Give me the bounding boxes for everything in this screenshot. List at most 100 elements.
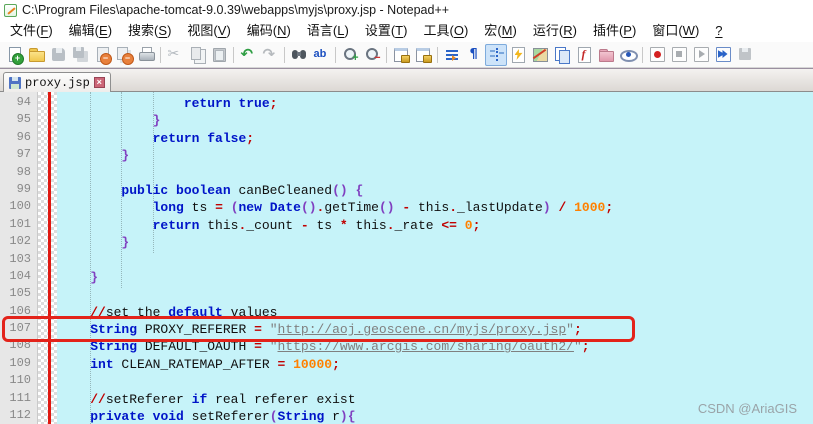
cut-button[interactable]	[164, 44, 186, 66]
monitoring-button[interactable]	[617, 44, 639, 66]
menu-encoding[interactable]: 编码(N)	[239, 20, 299, 42]
word-wrap-icon	[444, 46, 461, 63]
menu-plugins[interactable]: 插件(P)	[585, 20, 644, 42]
menu-bar: 文件(F) 编辑(E) 搜索(S) 视图(V) 编码(N) 语言(L) 设置(T) 工具(O)…	[0, 20, 813, 42]
macro-run-button[interactable]	[712, 44, 734, 66]
paste-button[interactable]	[208, 44, 230, 66]
code-line[interactable]: int CLEAN_RATEMAP_AFTER = 10000;	[57, 356, 813, 373]
line-number: 98	[16, 164, 31, 179]
toolbar-separator	[335, 46, 336, 63]
document-list-button[interactable]	[551, 44, 573, 66]
line-number: 102	[9, 234, 31, 249]
line-number: 100	[9, 199, 31, 214]
line-number: 104	[9, 268, 31, 283]
line-number: 105	[9, 286, 31, 301]
line-number: 106	[9, 303, 31, 318]
code-line[interactable]: }	[57, 269, 813, 286]
user-defined-language-button[interactable]	[507, 44, 529, 66]
line-number: 112	[9, 408, 31, 423]
save-button[interactable]	[47, 44, 69, 66]
monitoring-icon	[619, 46, 638, 63]
code-line[interactable]: public boolean canBeCleaned() {	[57, 182, 813, 199]
find-button[interactable]	[288, 44, 310, 66]
code-line[interactable]	[57, 165, 813, 182]
bookmark-margin[interactable]	[38, 92, 48, 424]
zoom-out-icon	[364, 46, 381, 64]
word-wrap-button[interactable]	[441, 44, 463, 66]
code-line[interactable]	[57, 286, 813, 303]
copy-button[interactable]	[186, 44, 208, 66]
document-map-button[interactable]	[529, 44, 551, 66]
menu-file[interactable]: 文件(F)	[2, 20, 61, 42]
paste-icon	[211, 46, 228, 63]
code-line[interactable]: return true;	[57, 95, 813, 112]
menu-tools[interactable]: 工具(O)	[415, 20, 476, 42]
code-line[interactable]	[57, 252, 813, 269]
macro-play-icon	[693, 46, 710, 63]
menu-search[interactable]: 搜索(S)	[120, 20, 179, 42]
close-all-button[interactable]	[113, 44, 135, 66]
sync-vertical-button[interactable]	[390, 44, 412, 66]
line-number: 97	[16, 147, 31, 162]
replace-button[interactable]	[310, 44, 332, 66]
toolbar-separator	[160, 46, 161, 63]
zoom-in-button[interactable]	[339, 44, 361, 66]
sync-horizontal-button[interactable]	[412, 44, 434, 66]
menu-edit[interactable]: 编辑(E)	[61, 20, 120, 42]
tab-close-icon[interactable]	[93, 77, 105, 88]
menu-view[interactable]: 视图(V)	[179, 20, 238, 42]
tab-proxy-jsp[interactable]: proxy.jsp	[3, 72, 111, 92]
menu-settings[interactable]: 设置(T)	[357, 20, 416, 42]
toolbar-separator	[284, 46, 285, 63]
line-number: 101	[9, 216, 31, 231]
function-list-button[interactable]	[573, 44, 595, 66]
print-button[interactable]	[135, 44, 157, 66]
menu-macro[interactable]: 宏(M)	[476, 20, 525, 42]
folder-as-workspace-button[interactable]	[595, 44, 617, 66]
macro-save-button[interactable]	[734, 44, 756, 66]
line-number: 103	[9, 251, 31, 266]
line-number: 96	[16, 129, 31, 144]
line-number: 95	[16, 112, 31, 127]
save-all-icon	[72, 46, 89, 63]
indent-guide-button[interactable]	[485, 43, 507, 66]
code-line[interactable]: String PROXY_REFERER = "http://aoj.geosc…	[57, 321, 813, 338]
line-number: 110	[9, 373, 31, 388]
document-map-icon	[532, 46, 549, 63]
new-file-icon	[6, 46, 24, 65]
open-file-button[interactable]	[25, 44, 47, 66]
code-line[interactable]: return false;	[57, 130, 813, 147]
close-button[interactable]	[91, 44, 113, 66]
undo-icon	[240, 45, 257, 63]
code-line[interactable]: String DEFAULT_OAUTH = "https://www.arcg…	[57, 338, 813, 355]
code-line[interactable]: long ts = (new Date().getTime() - this._…	[57, 199, 813, 216]
zoom-out-button[interactable]	[361, 44, 383, 66]
document-list-icon	[554, 46, 571, 64]
save-all-button[interactable]	[69, 44, 91, 66]
code-line[interactable]	[57, 373, 813, 390]
macro-record-button[interactable]	[646, 44, 668, 66]
macro-play-button[interactable]	[690, 44, 712, 66]
menu-help[interactable]: ?	[707, 20, 730, 42]
undo-button[interactable]	[237, 44, 259, 66]
new-file-button[interactable]	[3, 44, 25, 66]
code-line[interactable]: return this._count - ts * this._rate <= …	[57, 217, 813, 234]
menu-language[interactable]: 语言(L)	[299, 20, 357, 42]
tab-bar: proxy.jsp	[0, 68, 813, 92]
code-line[interactable]: //set the default values	[57, 304, 813, 321]
line-number: 94	[16, 95, 31, 109]
code-line[interactable]: }	[57, 147, 813, 164]
code-line[interactable]: }	[57, 112, 813, 129]
show-all-characters-button[interactable]	[463, 44, 485, 66]
macro-stop-button[interactable]	[668, 44, 690, 66]
line-number-gutter[interactable]: 94 95 96 97 98 99 100 101 102 103 104 105 106 107 108 1…	[0, 92, 38, 424]
macro-stop-icon	[671, 46, 688, 63]
code-area[interactable]: return true; } return false; } public bo…	[57, 92, 813, 424]
line-number: 99	[16, 181, 31, 196]
line-number: 107	[9, 321, 31, 336]
menu-window[interactable]: 窗口(W)	[644, 20, 707, 42]
menu-run[interactable]: 运行(R)	[525, 20, 585, 42]
macro-run-icon	[715, 46, 732, 63]
code-line[interactable]: }	[57, 234, 813, 251]
redo-button[interactable]	[259, 44, 281, 66]
